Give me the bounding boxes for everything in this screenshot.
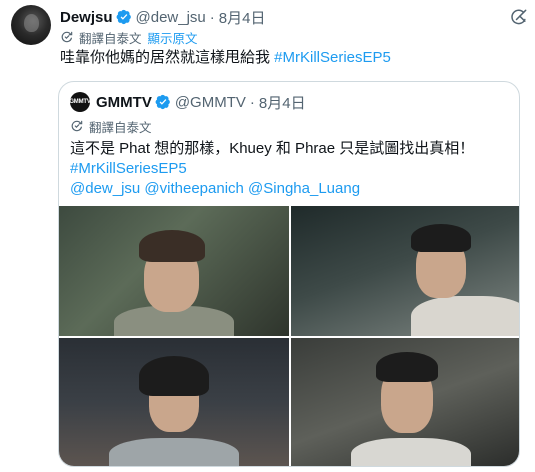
tweet-date[interactable]: 8月4日 bbox=[219, 7, 266, 28]
translate-icon bbox=[60, 30, 74, 44]
show-original-link[interactable]: 顯示原文 bbox=[148, 28, 198, 47]
quoted-author-handle[interactable]: @GMMTV bbox=[175, 94, 246, 111]
tweet-body: 哇靠你他媽的居然就這樣甩給我 bbox=[60, 49, 275, 66]
quoted-mentions[interactable]: @dew_jsu @vitheepanich @Singha_Luang bbox=[70, 179, 474, 199]
photo-figure bbox=[411, 296, 519, 336]
photo-figure bbox=[376, 352, 438, 382]
translate-row: 翻譯自泰文 顯示原文 bbox=[60, 28, 198, 46]
photo-figure bbox=[109, 438, 239, 466]
quoted-hashtag-link[interactable]: #MrKillSeriesEP5 bbox=[70, 159, 474, 179]
grok-icon[interactable] bbox=[509, 7, 529, 27]
media-photo[interactable] bbox=[291, 338, 519, 466]
media-photo[interactable] bbox=[59, 338, 289, 466]
verified-badge-icon bbox=[116, 9, 132, 25]
quoted-text-line: 這不是 Phat 想的那樣，Khuey 和 Phrae 只是試圖找出真相！ bbox=[70, 140, 475, 157]
quoted-tweet-text: 這不是 Phat 想的那樣，Khuey 和 Phrae 只是試圖找出真相！ #M… bbox=[70, 139, 474, 199]
quoted-tweet[interactable]: GMMTV GMMTV @GMMTV · 8月4日 翻譯自泰文 這不是 Phat… bbox=[58, 81, 520, 467]
separator-dot: · bbox=[249, 93, 255, 111]
verified-badge-icon bbox=[155, 94, 171, 110]
photo-figure bbox=[351, 438, 471, 466]
quoted-avatar[interactable]: GMMTV bbox=[69, 92, 91, 112]
tweet-text: 哇靠你他媽的居然就這樣甩給我 #MrKillSeriesEP5 bbox=[60, 48, 391, 68]
tweet-container: Dewjsu @dew_jsu · 8月4日 翻譯自泰文 顯示原文 哇靠你他媽的… bbox=[0, 0, 535, 472]
quoted-tweet-header: GMMTV GMMTV @GMMTV · 8月4日 bbox=[69, 91, 306, 113]
avatar-face bbox=[24, 14, 39, 32]
avatar[interactable] bbox=[11, 5, 51, 45]
quoted-translate-row: 翻譯自泰文 bbox=[70, 117, 152, 135]
photo-figure bbox=[411, 224, 471, 252]
photo-figure bbox=[139, 356, 209, 396]
media-grid bbox=[59, 206, 519, 466]
separator-dot: · bbox=[209, 8, 215, 26]
quoted-author-name[interactable]: GMMTV bbox=[96, 94, 152, 111]
translate-icon bbox=[70, 119, 84, 133]
hashtag-link[interactable]: #MrKillSeriesEP5 bbox=[274, 49, 391, 66]
media-photo[interactable] bbox=[291, 206, 519, 336]
author-name[interactable]: Dewjsu bbox=[60, 9, 113, 26]
tweet-header: Dewjsu @dew_jsu · 8月4日 bbox=[60, 6, 265, 28]
author-handle[interactable]: @dew_jsu bbox=[136, 9, 206, 26]
media-photo[interactable] bbox=[59, 206, 289, 336]
quoted-tweet-date[interactable]: 8月4日 bbox=[259, 92, 306, 113]
translated-from-label: 翻譯自泰文 bbox=[79, 31, 142, 46]
photo-figure bbox=[139, 230, 205, 262]
quoted-translated-from-label: 翻譯自泰文 bbox=[89, 120, 152, 135]
